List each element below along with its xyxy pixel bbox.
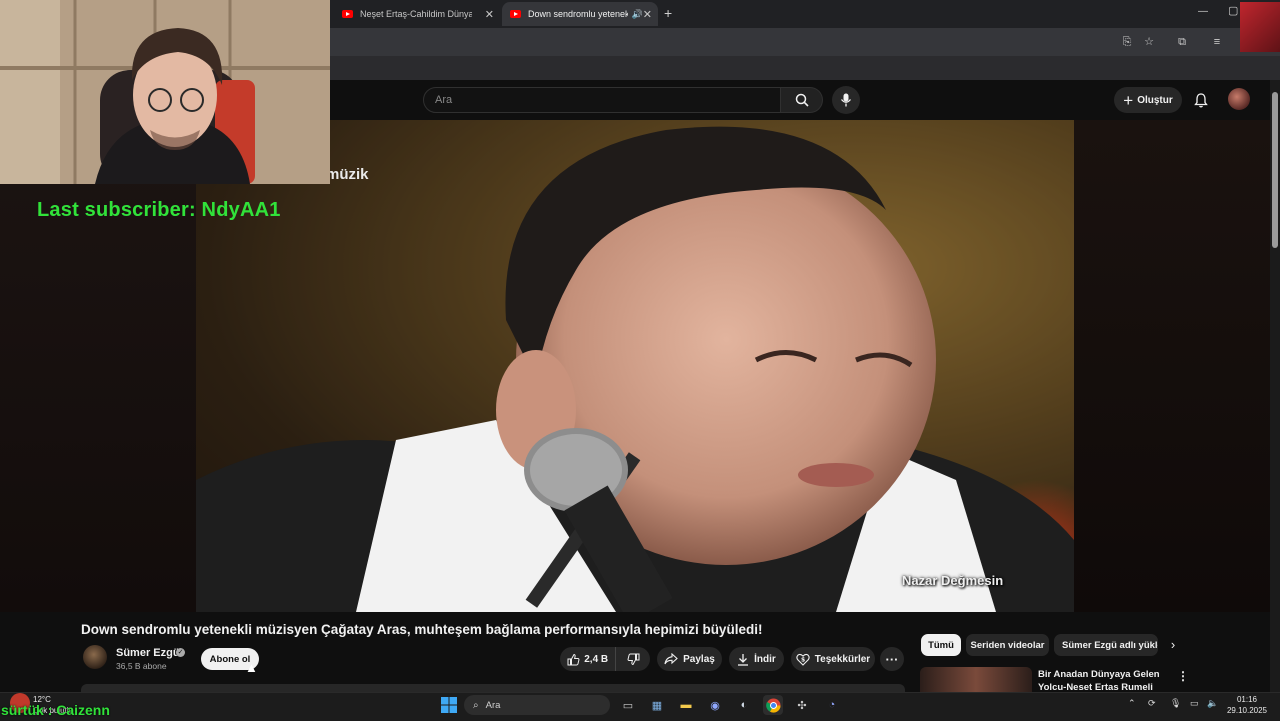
- tray-sync-icon[interactable]: ⟳: [1148, 698, 1156, 709]
- taskbar-search[interactable]: ⌕ Ara: [464, 695, 610, 715]
- svg-text:$: $: [801, 656, 805, 663]
- notifications-button[interactable]: [1189, 88, 1213, 112]
- thumbs-down-icon: [627, 653, 640, 665]
- chip-all[interactable]: Tümü: [921, 634, 961, 656]
- related-video-thumbnail[interactable]: [920, 667, 1032, 692]
- clock-time: 01:16: [1236, 695, 1258, 704]
- tab-down-sendromlu[interactable]: Down sendromlu yetenekli 🔊 ✕: [502, 2, 658, 26]
- create-label: Oluştur: [1137, 94, 1173, 106]
- channel-avatar[interactable]: [83, 645, 107, 669]
- like-count: 2,4 B: [584, 653, 609, 665]
- related-video-menu-icon[interactable]: ⋮: [1177, 669, 1189, 683]
- search-input[interactable]: Ara: [423, 87, 781, 113]
- minimize-icon[interactable]: —: [1198, 6, 1208, 17]
- video-player[interactable]: [196, 120, 1074, 612]
- search-button[interactable]: [781, 87, 823, 113]
- taskbar-clock[interactable]: 01:16 29.10.2025: [1222, 694, 1272, 716]
- video-ambient-right: [1074, 120, 1270, 612]
- search-icon: [795, 93, 809, 107]
- microphone-icon: [840, 93, 852, 107]
- download-icon: [738, 653, 749, 666]
- more-actions-button[interactable]: ···: [880, 647, 904, 671]
- overlay-bottom-text: sürtük : Caizenn: [1, 702, 110, 718]
- new-tab-button[interactable]: +: [664, 5, 672, 21]
- last-subscriber-overlay: Last subscriber: NdyAA1: [37, 199, 281, 221]
- share-button[interactable]: Paylaş: [657, 647, 722, 671]
- chevron-right-icon[interactable]: ›: [1164, 636, 1182, 654]
- calculator-icon[interactable]: ▦: [647, 695, 667, 715]
- video-ambient-left: [0, 120, 196, 612]
- tab-label: Neşet Ertaş-Cahildim Dünyanın: [360, 9, 472, 19]
- thanks-button[interactable]: $ Teşekkürler: [791, 647, 875, 671]
- voice-search-button[interactable]: [832, 86, 860, 114]
- thanks-label: Teşekkürler: [814, 653, 871, 665]
- bookmark-star-icon[interactable]: ☆: [1142, 35, 1156, 49]
- youtube-favicon-icon: [510, 10, 521, 18]
- download-button[interactable]: İndir: [729, 647, 784, 671]
- steam-icon[interactable]: ◐: [734, 695, 754, 715]
- like-button[interactable]: 2,4 B: [560, 647, 617, 671]
- super-thanks-icon: $: [796, 653, 810, 666]
- plus-icon: +: [1123, 90, 1134, 110]
- media-control-icon[interactable]: ≡: [1210, 35, 1224, 49]
- dislike-button[interactable]: [616, 647, 650, 671]
- extensions-icon[interactable]: ⧉: [1175, 35, 1189, 49]
- close-tab-icon[interactable]: ✕: [485, 8, 500, 21]
- webcam-overlay: [0, 0, 330, 184]
- video-frame: [196, 120, 1074, 612]
- tab-label: Down sendromlu yetenekli: [527, 9, 628, 19]
- download-label: İndir: [754, 653, 776, 665]
- like-dislike-group: 2,4 B: [560, 647, 650, 671]
- bell-icon: [1194, 92, 1208, 107]
- tab-neset-ertas[interactable]: Neşet Ertaş-Cahildim Dünyanın ✕: [342, 2, 500, 26]
- close-tab-icon[interactable]: ✕: [643, 8, 658, 21]
- tray-mic-icon[interactable]: 🎙: [1170, 698, 1181, 709]
- install-app-icon[interactable]: ⎘: [1120, 35, 1134, 49]
- app-icon-2[interactable]: ✣: [792, 695, 812, 715]
- share-icon: [664, 653, 678, 665]
- video-subtitle: Nazar Değmesin: [902, 573, 1004, 588]
- description-box[interactable]: [81, 684, 905, 692]
- channel-name[interactable]: Sümer Ezgü: [116, 647, 180, 659]
- maximize-icon[interactable]: ▢: [1228, 4, 1238, 17]
- task-view-icon[interactable]: ▭: [618, 695, 638, 715]
- create-button[interactable]: + Oluştur: [1114, 87, 1182, 113]
- tray-network-icon[interactable]: ▭: [1190, 698, 1199, 709]
- discord-icon[interactable]: ◔: [822, 695, 842, 715]
- chrome-icon[interactable]: [763, 695, 783, 715]
- account-avatar[interactable]: [1228, 88, 1250, 110]
- tray-chevron-up-icon[interactable]: ⌃: [1128, 698, 1136, 709]
- video-watermark: müzik: [326, 166, 369, 183]
- related-video-title[interactable]: Bir Anadan Dünyaya Gelen Yolcu-Neşet Ert…: [1038, 668, 1166, 690]
- clock-date: 29.10.2025: [1226, 706, 1268, 715]
- tray-volume-icon[interactable]: 🔈: [1207, 698, 1218, 709]
- chip-series-videos[interactable]: Seriden videolar: [966, 634, 1049, 656]
- speaker-icon[interactable]: 🔊: [632, 9, 643, 20]
- file-explorer-icon[interactable]: ▬: [676, 695, 696, 715]
- windows-taskbar: [0, 692, 1280, 721]
- thumbs-up-icon: [567, 653, 580, 665]
- scrollbar-thumb[interactable]: [1272, 92, 1278, 248]
- webcam-frame: [0, 0, 330, 184]
- verified-badge-icon: ✓: [176, 648, 185, 657]
- secondary-webcam: [1240, 2, 1280, 52]
- chip-channel-uploads[interactable]: Sümer Ezgü adlı yükle: [1054, 634, 1158, 656]
- share-label: Paylaş: [683, 653, 715, 665]
- windows-start-icon[interactable]: [439, 695, 459, 715]
- video-title: Down sendromlu yetenekli müzisyen Çağata…: [81, 622, 763, 637]
- mouse-cursor-icon: ▲: [245, 660, 258, 675]
- search-icon: ⌕: [473, 699, 479, 711]
- taskbar-search-label: Ara: [485, 699, 501, 711]
- app-icon[interactable]: ◉: [705, 695, 725, 715]
- subscriber-count: 36,5 B abone: [116, 661, 167, 671]
- youtube-favicon-icon: [342, 10, 353, 18]
